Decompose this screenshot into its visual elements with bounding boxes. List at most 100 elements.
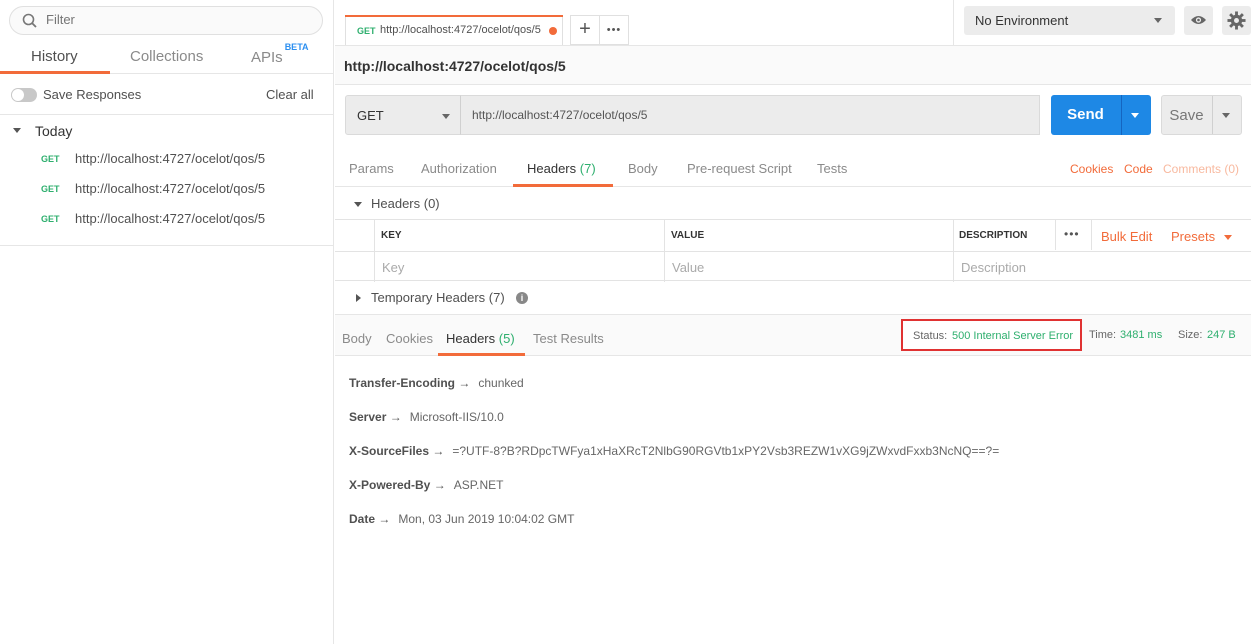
tab-response-cookies[interactable]: Cookies <box>386 331 433 346</box>
info-icon[interactable]: i <box>516 292 528 304</box>
cookies-link[interactable]: Cookies <box>1070 162 1113 176</box>
table-more-button[interactable]: ••• <box>1064 227 1080 241</box>
response-header-row: X-SourceFiles → =?UTF-8?B?RDpcTWFya1xHaXR… <box>349 444 999 458</box>
history-url: http://localhost:4727/ocelot/qos/5 <box>75 181 266 196</box>
history-item[interactable]: GET http://localhost:4727/ocelot/qos/5 <box>0 145 333 173</box>
arrow-icon: → <box>378 512 391 526</box>
tab-response-headers-label: Headers <box>446 331 496 346</box>
response-header-row: Date → Mon, 03 Jun 2019 10:04:02 GMT <box>349 512 574 526</box>
environment-select[interactable]: No Environment <box>964 6 1175 35</box>
key-input[interactable]: Key <box>375 251 665 282</box>
tab-authorization[interactable]: Authorization <box>421 161 497 176</box>
beta-badge: BETA <box>284 42 309 52</box>
tab-test-results[interactable]: Test Results <box>533 331 604 346</box>
environment-quick-look-button[interactable] <box>1184 6 1213 35</box>
col-value-label: VALUE <box>671 230 705 241</box>
presets-button[interactable]: Presets <box>1171 229 1215 244</box>
search-icon <box>22 13 38 32</box>
time-value[interactable]: 3481 ms <box>1120 329 1162 341</box>
header-name: X-SourceFiles <box>349 444 430 458</box>
save-button[interactable]: Save <box>1161 95 1242 135</box>
history-item[interactable]: GET http://localhost:4727/ocelot/qos/5 <box>0 205 333 233</box>
settings-button[interactable] <box>1222 6 1251 35</box>
main-panel: GET http://localhost:4727/ocelot/qos/5 +… <box>335 0 1251 644</box>
tab-body[interactable]: Body <box>628 161 658 176</box>
tab-tests[interactable]: Tests <box>817 161 847 176</box>
url-value: http://localhost:4727/ocelot/qos/5 <box>472 108 648 122</box>
tab-method: GET <box>357 26 376 36</box>
status-highlight: Status: 500 Internal Server Error <box>901 319 1082 351</box>
method-value: GET <box>357 108 384 123</box>
size-label: Size: <box>1178 329 1203 341</box>
request-tab[interactable]: GET http://localhost:4727/ocelot/qos/5 <box>345 15 563 45</box>
temporary-headers-title[interactable]: Temporary Headers (7) <box>371 290 505 305</box>
chevron-down-icon[interactable] <box>1222 113 1230 118</box>
filter-input[interactable] <box>46 12 296 27</box>
col-description-label: DESCRIPTION <box>959 230 1028 241</box>
tab-headers[interactable]: Headers (7) <box>527 161 596 176</box>
description-placeholder: Description <box>961 260 1027 275</box>
active-tab-indicator <box>513 184 613 187</box>
tab-history[interactable]: History <box>31 48 78 65</box>
active-tab-indicator <box>0 71 110 74</box>
chevron-down-icon <box>442 114 450 119</box>
header-value: Mon, 03 Jun 2019 10:04:02 GMT <box>398 512 575 526</box>
col-value: VALUE <box>665 220 954 251</box>
description-input[interactable]: Description <box>954 251 1251 282</box>
chevron-down-icon <box>1154 18 1162 23</box>
response-header-row: Server → Microsoft-IIS/10.0 <box>349 410 504 424</box>
request-tab-bar: GET http://localhost:4727/ocelot/qos/5 +… <box>335 0 1251 45</box>
environment-value: No Environment <box>975 13 1069 28</box>
filter-box[interactable] <box>9 6 323 35</box>
chevron-down-icon <box>1224 235 1232 240</box>
send-label: Send <box>1067 106 1104 123</box>
header-value: =?UTF-8?B?RDpcTWFya1xHaXRcT2NlbG90RGVtb1… <box>452 444 1000 458</box>
method-badge: GET <box>41 214 60 224</box>
header-value: Microsoft-IIS/10.0 <box>409 410 504 424</box>
tab-response-body[interactable]: Body <box>342 331 372 346</box>
value-input[interactable]: Value <box>665 251 954 282</box>
code-link[interactable]: Code <box>1124 162 1153 176</box>
size-value[interactable]: 247 B <box>1207 329 1236 341</box>
col-key-label: KEY <box>381 230 402 241</box>
arrow-icon: → <box>432 444 445 458</box>
method-badge: GET <box>41 184 60 194</box>
url-input[interactable]: http://localhost:4727/ocelot/qos/5 <box>460 95 1040 135</box>
send-button[interactable]: Send <box>1051 95 1151 135</box>
time-label: Time: <box>1089 329 1117 341</box>
save-responses-toggle[interactable] <box>11 88 37 102</box>
tab-params[interactable]: Params <box>349 161 394 176</box>
method-badge: GET <box>41 154 60 164</box>
tab-apis[interactable]: APIsBETA <box>251 42 309 66</box>
collapse-icon[interactable] <box>354 202 362 207</box>
comments-link[interactable]: Comments (0) <box>1163 162 1239 176</box>
tab-pre-request-script[interactable]: Pre-request Script <box>687 161 792 176</box>
history-group: Today GET http://localhost:4727/ocelot/q… <box>0 118 333 246</box>
sidebar: History Collections APIsBETA Save Respon… <box>0 0 334 644</box>
header-value: chunked <box>478 376 524 390</box>
chevron-down-icon[interactable] <box>1131 113 1139 118</box>
arrow-icon: → <box>458 376 471 390</box>
new-tab-button[interactable]: + <box>570 15 600 45</box>
row-checkbox-cell <box>335 251 375 282</box>
clear-all-button[interactable]: Clear all <box>266 87 314 102</box>
expand-icon[interactable] <box>356 294 361 302</box>
status-value[interactable]: 500 Internal Server Error <box>952 330 1073 342</box>
more-tabs-button[interactable]: ••• <box>599 15 629 45</box>
tab-response-headers[interactable]: Headers (5) <box>446 331 515 346</box>
group-label: Today <box>35 123 73 139</box>
unsaved-dot-icon <box>549 27 557 35</box>
tab-collections[interactable]: Collections <box>130 48 203 65</box>
col-description: DESCRIPTION ••• Bulk Edit Presets <box>954 220 1251 251</box>
divider <box>1055 220 1056 250</box>
bulk-edit-button[interactable]: Bulk Edit <box>1101 229 1152 244</box>
active-tab-bar <box>345 15 563 17</box>
request-heading: http://localhost:4727/ocelot/qos/5 <box>344 58 566 74</box>
arrow-icon: → <box>433 478 446 492</box>
headers-section-title: Headers (0) <box>371 196 440 211</box>
gear-icon <box>1227 11 1246 33</box>
history-item[interactable]: GET http://localhost:4727/ocelot/qos/5 <box>0 175 333 203</box>
method-select[interactable]: GET <box>345 95 461 135</box>
value-placeholder: Value <box>672 260 705 275</box>
collapse-icon[interactable] <box>13 128 21 133</box>
